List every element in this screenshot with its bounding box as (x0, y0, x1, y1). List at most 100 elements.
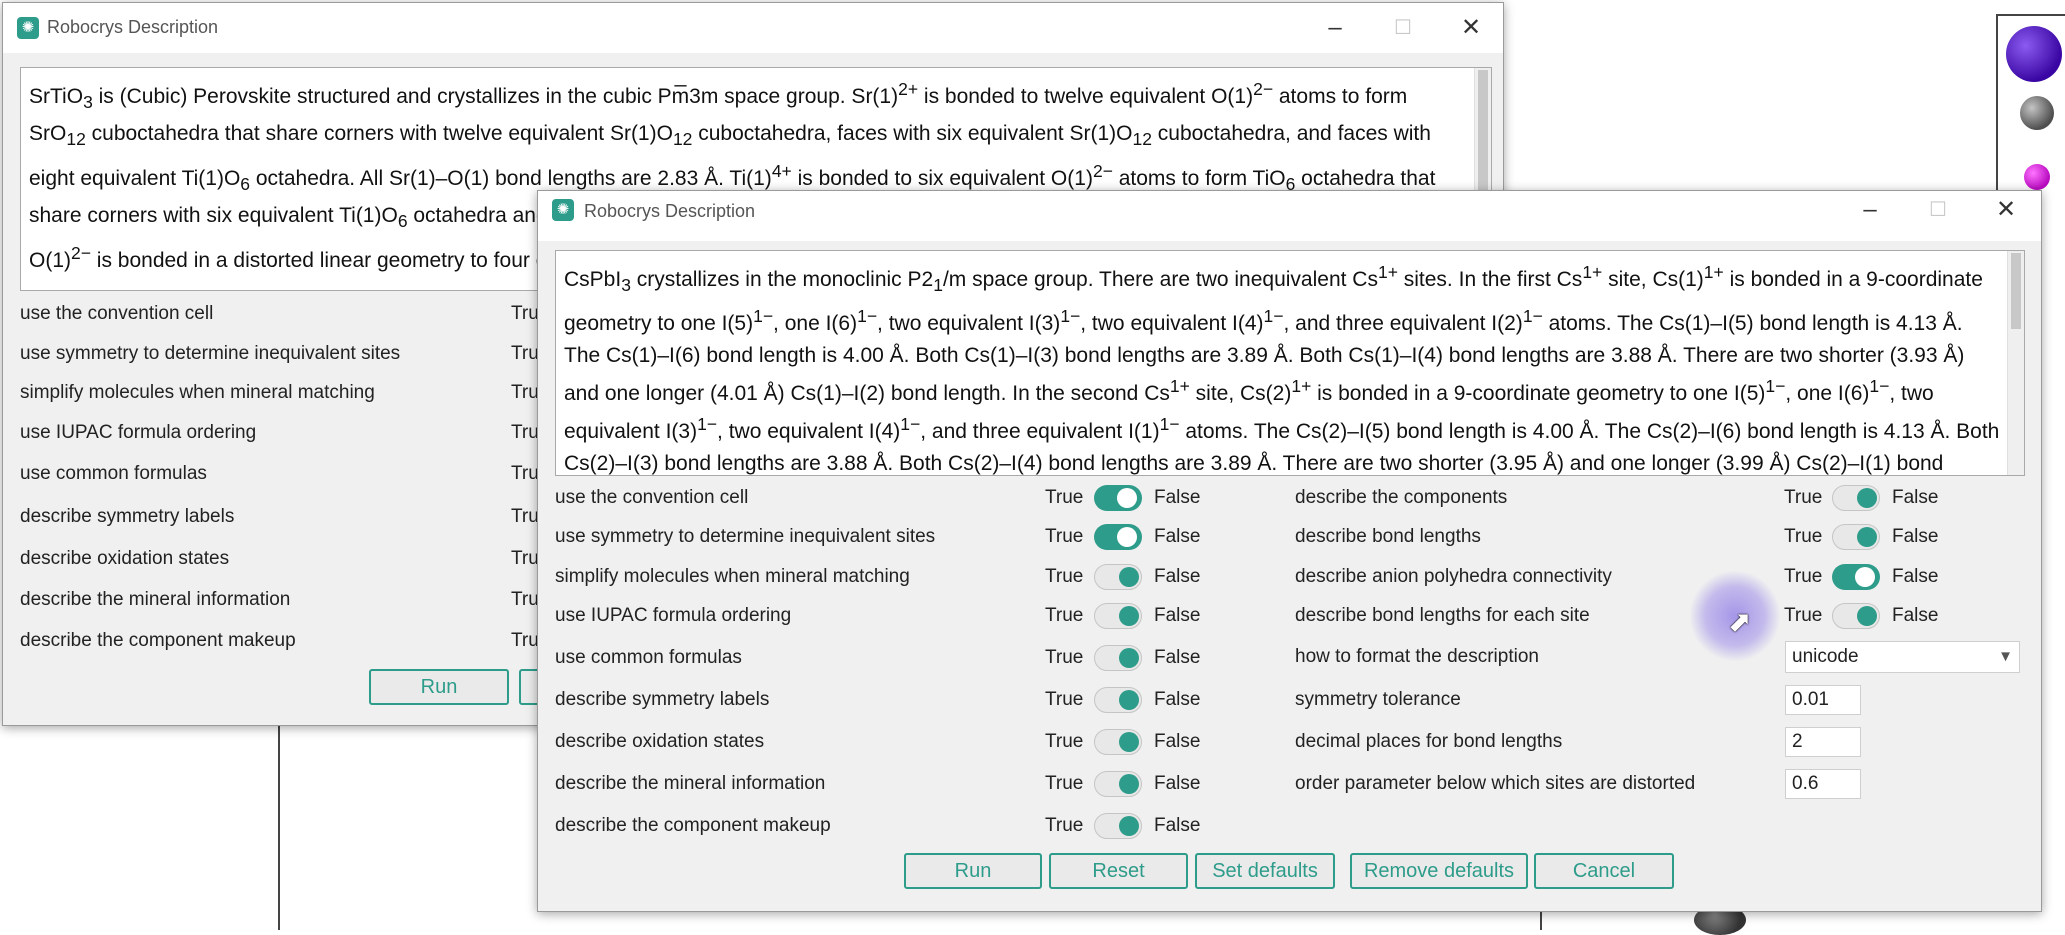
true-label: True (1784, 605, 1823, 626)
true-label: True (1045, 605, 1084, 626)
option-toggle[interactable] (1832, 603, 1880, 629)
true-label: True (1045, 815, 1084, 836)
vertical-scrollbar[interactable] (2007, 251, 2024, 475)
remove-defaults-button[interactable]: Remove defaults (1350, 853, 1528, 889)
option-label: describe the component makeup (20, 630, 296, 651)
front-window: ✺ Robocrys Description – ☐ ✕ CsPbI3 crys… (537, 190, 2042, 912)
format-select[interactable]: unicode ▼ (1785, 641, 2020, 673)
option-label: describe oxidation states (20, 548, 230, 569)
option-label: use common formulas (20, 463, 207, 484)
option-toggle[interactable] (1094, 524, 1142, 550)
true-label: True (1784, 487, 1823, 508)
option-label: describe the components (1295, 487, 1508, 508)
close-button[interactable]: ✕ (1456, 13, 1486, 43)
false-label: False (1892, 605, 1939, 626)
true-label: True (1045, 773, 1084, 794)
option-label: describe oxidation states (555, 731, 765, 752)
option-label: use the convention cell (20, 303, 214, 324)
option-toggle[interactable] (1094, 564, 1142, 590)
robocrys-app-icon: ✺ (552, 199, 574, 221)
option-toggle[interactable] (1094, 603, 1142, 629)
option-toggle[interactable] (1832, 485, 1880, 511)
option-label: use common formulas (555, 647, 742, 668)
true-label: True (1784, 526, 1823, 547)
option-toggle[interactable] (1832, 524, 1880, 550)
option-label: describe anion polyhedra connectivity (1295, 566, 1612, 587)
option-label: describe bond lengths for each site (1295, 605, 1590, 626)
option-label: describe symmetry labels (20, 506, 235, 527)
option-toggle[interactable] (1094, 485, 1142, 511)
option-label: describe the component makeup (555, 815, 831, 836)
option-toggle[interactable] (1094, 813, 1142, 839)
atom-purple (2006, 26, 2062, 82)
window-title: Robocrys Description (584, 201, 756, 221)
atom-magenta (2024, 164, 2050, 190)
description-text: CsPbI3 crystallizes in the monoclinic P2… (564, 262, 2000, 475)
scrollbar-thumb[interactable] (1478, 70, 1488, 190)
distortion-parameter-label: order parameter below which sites are di… (1295, 773, 1696, 794)
false-label: False (1154, 773, 1201, 794)
true-label: True (1045, 731, 1084, 752)
false-label: False (1154, 605, 1201, 626)
option-label: describe the mineral information (20, 589, 291, 610)
minimize-button[interactable]: – (1320, 13, 1350, 43)
option-label: use the convention cell (555, 487, 749, 508)
false-label: False (1154, 815, 1201, 836)
front-window-titlebar[interactable]: ✺ Robocrys Description – ☐ ✕ (538, 191, 2041, 241)
maximize-button[interactable]: ☐ (1388, 13, 1418, 43)
option-label: use symmetry to determine inequivalent s… (555, 526, 936, 547)
option-toggle[interactable] (1094, 729, 1142, 755)
false-label: False (1154, 647, 1201, 668)
window-title: Robocrys Description (47, 17, 219, 37)
false-label: False (1154, 731, 1201, 752)
run-button[interactable]: Run (904, 853, 1042, 889)
format-select-value: unicode (1792, 646, 1859, 667)
set-defaults-button[interactable]: Set defaults (1195, 853, 1335, 889)
cancel-button[interactable]: Cancel (1534, 853, 1674, 889)
chevron-down-icon: ▼ (1998, 648, 2013, 665)
true-label: True (1045, 487, 1084, 508)
true-label: True (1045, 689, 1084, 710)
symmetry-tolerance-input[interactable]: 0.01 (1785, 685, 1861, 715)
false-label: False (1154, 526, 1201, 547)
desktop: { "background": { "atom_colors": ["#4a0b… (0, 0, 2065, 935)
option-label: use symmetry to determine inequivalent s… (20, 343, 401, 364)
distortion-parameter-input[interactable]: 0.6 (1785, 769, 1861, 799)
option-label: use IUPAC formula ordering (555, 605, 792, 626)
description-text-area[interactable]: CsPbI3 crystallizes in the monoclinic P2… (555, 250, 2025, 476)
symmetry-tolerance-label: symmetry tolerance (1295, 689, 1461, 710)
true-label: True (1045, 566, 1084, 587)
false-label: False (1892, 526, 1939, 547)
true-label: True (1784, 566, 1823, 587)
close-button[interactable]: ✕ (1991, 195, 2021, 225)
option-label: describe bond lengths (1295, 526, 1481, 547)
scrollbar-thumb[interactable] (2011, 253, 2021, 329)
mouse-pointer-icon: ⬈ (1728, 606, 1752, 637)
minimize-button[interactable]: – (1855, 195, 1885, 225)
decimal-places-label: decimal places for bond lengths (1295, 731, 1563, 752)
false-label: False (1154, 566, 1201, 587)
back-window-titlebar[interactable]: ✺ Robocrys Description – ☐ ✕ (3, 3, 1503, 53)
option-toggle[interactable] (1094, 771, 1142, 797)
viewer-line (1996, 14, 1998, 194)
option-toggle[interactable] (1094, 687, 1142, 713)
option-toggle[interactable] (1094, 645, 1142, 671)
option-label: simplify molecules when mineral matching (555, 566, 910, 587)
option-toggle[interactable] (1832, 564, 1880, 590)
false-label: False (1892, 566, 1939, 587)
atom-gray (2020, 96, 2054, 130)
true-label: True (1045, 647, 1084, 668)
viewer-line (1996, 14, 2065, 16)
run-button[interactable]: Run (369, 669, 509, 705)
format-label: how to format the description (1295, 646, 1539, 667)
false-label: False (1892, 487, 1939, 508)
reset-button[interactable]: Reset (1049, 853, 1188, 889)
option-label: describe symmetry labels (555, 689, 770, 710)
option-label: describe the mineral information (555, 773, 826, 794)
option-label: simplify molecules when mineral matching (20, 382, 375, 403)
decimal-places-input[interactable]: 2 (1785, 727, 1861, 757)
maximize-button[interactable]: ☐ (1923, 195, 1953, 225)
option-label: use IUPAC formula ordering (20, 422, 257, 443)
false-label: False (1154, 487, 1201, 508)
false-label: False (1154, 689, 1201, 710)
